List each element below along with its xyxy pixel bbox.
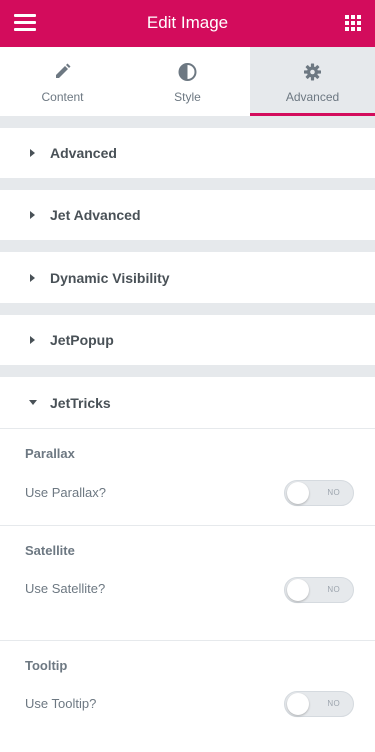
gear-icon <box>304 63 321 81</box>
section-gap <box>0 303 375 315</box>
caret-down-icon <box>29 400 37 405</box>
toggle-state-label: NO <box>327 699 340 708</box>
use-parallax-label: Use Parallax? <box>25 485 106 500</box>
section-title: Dynamic Visibility <box>50 270 170 286</box>
section-jetpopup[interactable]: JetPopup <box>0 315 375 365</box>
section-advanced[interactable]: Advanced <box>0 128 375 178</box>
toggle-state-label: NO <box>327 488 340 497</box>
section-jettricks[interactable]: JetTricks <box>0 377 375 428</box>
apps-grid-icon[interactable] <box>345 15 361 31</box>
tab-label: Advanced <box>285 90 340 104</box>
use-satellite-label: Use Satellite? <box>25 581 106 596</box>
tab-label: Content <box>41 90 84 104</box>
group-divider <box>0 525 375 526</box>
pencil-icon <box>56 63 71 78</box>
section-jet-advanced[interactable]: Jet Advanced <box>0 190 375 240</box>
contrast-icon <box>178 63 197 81</box>
section-title: JetTricks <box>50 395 111 411</box>
section-gap <box>0 116 375 128</box>
toggle-knob <box>287 693 309 715</box>
use-tooltip-label: Use Tooltip? <box>25 696 97 711</box>
tab-content[interactable]: Content <box>0 47 125 116</box>
tooltip-heading: Tooltip <box>25 658 68 673</box>
section-dynamic-visibility[interactable]: Dynamic Visibility <box>0 252 375 303</box>
section-gap <box>0 178 375 190</box>
tab-style[interactable]: Style <box>125 47 250 116</box>
tab-advanced[interactable]: Advanced <box>250 47 375 116</box>
tab-bar: Content Style Advanced <box>0 47 375 116</box>
toggle-knob <box>287 579 309 601</box>
section-title: Advanced <box>50 145 117 161</box>
caret-right-icon <box>30 211 35 219</box>
parallax-heading: Parallax <box>25 446 75 461</box>
caret-right-icon <box>30 149 35 157</box>
section-title: JetPopup <box>50 332 114 348</box>
header-bar: Edit Image <box>0 0 375 47</box>
use-tooltip-toggle[interactable]: NO <box>284 691 354 717</box>
use-satellite-toggle[interactable]: NO <box>284 577 354 603</box>
section-divider <box>0 428 375 429</box>
section-gap <box>0 240 375 252</box>
caret-right-icon <box>30 336 35 344</box>
toggle-state-label: NO <box>327 585 340 594</box>
section-gap <box>0 365 375 377</box>
group-divider <box>0 640 375 641</box>
toggle-knob <box>287 482 309 504</box>
satellite-heading: Satellite <box>25 543 75 558</box>
section-title: Jet Advanced <box>50 207 141 223</box>
panel-title: Edit Image <box>146 13 229 32</box>
tab-label: Style <box>174 90 201 104</box>
caret-right-icon <box>30 274 35 282</box>
use-parallax-toggle[interactable]: NO <box>284 480 354 506</box>
